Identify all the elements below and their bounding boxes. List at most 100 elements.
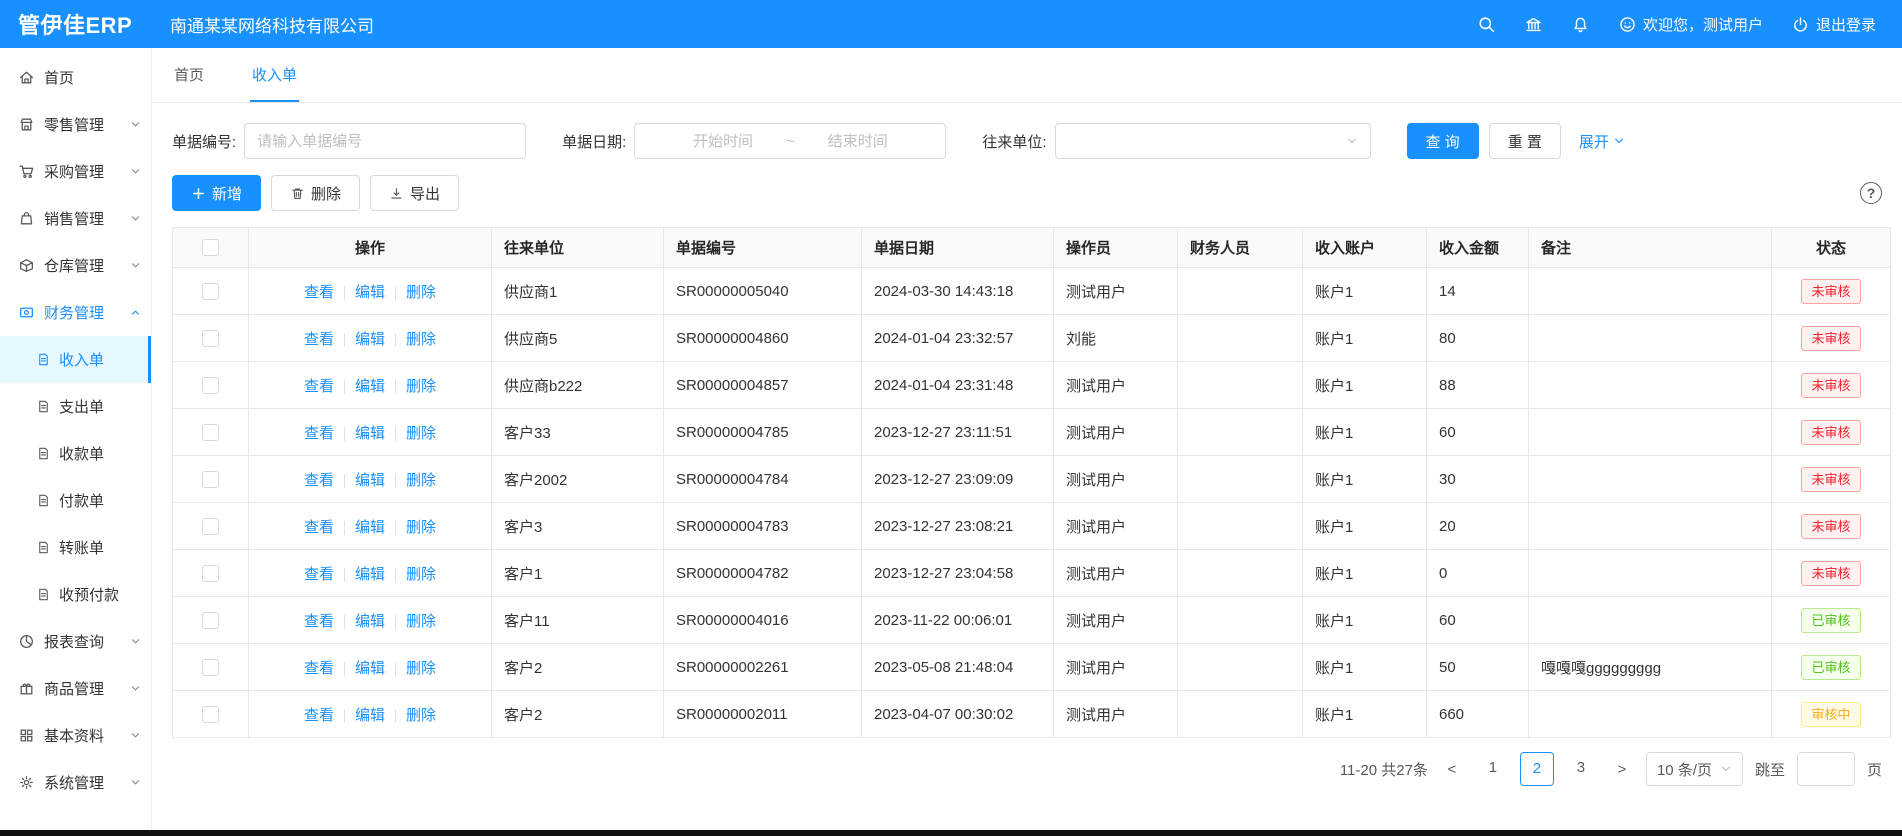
delete-link[interactable]: 删除 (406, 472, 436, 489)
page-3[interactable]: 3 (1564, 752, 1598, 786)
cell-actions: 查看 编辑 删除 (249, 503, 492, 550)
page-size-select[interactable]: 10 条/页 (1646, 752, 1743, 786)
view-link[interactable]: 查看 (304, 472, 334, 489)
view-link[interactable]: 查看 (304, 284, 334, 301)
reset-button[interactable]: 重 置 (1489, 123, 1561, 159)
delete-link[interactable]: 删除 (406, 331, 436, 348)
view-link[interactable]: 查看 (304, 425, 334, 442)
chevron-down-icon (1613, 135, 1625, 147)
chevron-down-icon (130, 636, 141, 647)
status-badge: 未审核 (1801, 279, 1860, 304)
delete-link[interactable]: 删除 (406, 660, 436, 677)
edit-link[interactable]: 编辑 (355, 519, 385, 536)
table-row: 查看编辑删除 客户2 SR00000002261 2023-05-08 21:4… (173, 644, 1891, 691)
view-link[interactable]: 查看 (304, 660, 334, 677)
sidebar-item-basic[interactable]: 基本资料 (0, 712, 151, 759)
action-divider (395, 568, 396, 582)
date-end-input[interactable] (799, 133, 917, 150)
delete-link[interactable]: 删除 (406, 566, 436, 583)
welcome-user[interactable]: 欢迎您，测试用户 (1618, 14, 1763, 35)
cell-bill-date: 2024-01-04 23:32:57 (862, 315, 1054, 362)
row-checkbox[interactable] (202, 377, 219, 394)
row-checkbox[interactable] (202, 565, 219, 582)
delete-link[interactable]: 删除 (406, 284, 436, 301)
row-checkbox[interactable] (202, 706, 219, 723)
edit-link[interactable]: 编辑 (355, 566, 385, 583)
delete-link[interactable]: 删除 (406, 378, 436, 395)
sidebar-item-home[interactable]: 首页 (0, 54, 151, 101)
row-checkbox[interactable] (202, 424, 219, 441)
view-link[interactable]: 查看 (304, 519, 334, 536)
row-checkbox[interactable] (202, 283, 219, 300)
prev-page-button[interactable]: < (1440, 761, 1464, 778)
sidebar-item-income-bill[interactable]: 收入单 (0, 336, 151, 383)
edit-link[interactable]: 编辑 (355, 378, 385, 395)
cell-bill-date: 2024-03-30 14:43:18 (862, 268, 1054, 315)
delete-button[interactable]: 删除 (271, 175, 360, 211)
expand-link[interactable]: 展开 (1579, 131, 1625, 152)
help-icon[interactable]: ? (1860, 182, 1882, 204)
sidebar-item-payment-bill[interactable]: 付款单 (0, 477, 151, 524)
view-link[interactable]: 查看 (304, 378, 334, 395)
logout-button[interactable]: 退出登录 (1791, 14, 1876, 35)
delete-link[interactable]: 删除 (406, 519, 436, 536)
add-button[interactable]: 新增 (172, 175, 261, 211)
action-divider (344, 709, 345, 723)
sidebar-item-retail[interactable]: 零售管理 (0, 101, 151, 148)
cell-finance-staff (1178, 691, 1303, 738)
date-range-picker[interactable]: ~ (634, 123, 946, 159)
sidebar-item-system[interactable]: 系统管理 (0, 759, 151, 806)
row-checkbox[interactable] (202, 659, 219, 676)
select-all-checkbox[interactable] (202, 239, 219, 256)
sidebar-item-advance-receipt[interactable]: 收预付款 (0, 571, 151, 618)
welcome-text: 欢迎您，测试用户 (1643, 14, 1763, 35)
view-link[interactable]: 查看 (304, 566, 334, 583)
edit-link[interactable]: 编辑 (355, 425, 385, 442)
edit-link[interactable]: 编辑 (355, 472, 385, 489)
delete-link[interactable]: 删除 (406, 707, 436, 724)
edit-link[interactable]: 编辑 (355, 284, 385, 301)
sidebar-item-warehouse[interactable]: 仓库管理 (0, 242, 151, 289)
search-button[interactable]: 查 询 (1407, 123, 1479, 159)
edit-link[interactable]: 编辑 (355, 660, 385, 677)
row-checkbox[interactable] (202, 518, 219, 535)
partner-select[interactable] (1055, 123, 1371, 159)
view-link[interactable]: 查看 (304, 613, 334, 630)
bill-no-input[interactable] (244, 123, 526, 159)
row-checkbox[interactable] (202, 471, 219, 488)
delete-link[interactable]: 删除 (406, 425, 436, 442)
view-link[interactable]: 查看 (304, 707, 334, 724)
sidebar-item-finance[interactable]: 财务管理 (0, 289, 151, 336)
page-1[interactable]: 1 (1476, 752, 1510, 786)
sidebar-item-purchase[interactable]: 采购管理 (0, 148, 151, 195)
edit-link[interactable]: 编辑 (355, 707, 385, 724)
cell-income-account: 账户1 (1303, 691, 1427, 738)
sidebar-item-report[interactable]: 报表查询 (0, 618, 151, 665)
view-link[interactable]: 查看 (304, 331, 334, 348)
sidebar-item-receipt-bill[interactable]: 收款单 (0, 430, 151, 477)
cell-status: 已审核 (1772, 597, 1891, 644)
tab-home[interactable]: 首页 (172, 48, 206, 102)
bell-icon[interactable] (1571, 15, 1590, 34)
search-icon[interactable] (1477, 15, 1496, 34)
row-checkbox[interactable] (202, 612, 219, 629)
cell-operator: 测试用户 (1054, 597, 1178, 644)
sidebar-item-transfer-bill[interactable]: 转账单 (0, 524, 151, 571)
next-page-button[interactable]: > (1610, 761, 1634, 778)
export-button[interactable]: 导出 (370, 175, 459, 211)
status-badge: 未审核 (1801, 326, 1860, 351)
bank-icon[interactable] (1524, 15, 1543, 34)
status-badge: 未审核 (1801, 467, 1860, 492)
page-2[interactable]: 2 (1520, 752, 1554, 786)
tab-income-bill[interactable]: 收入单 (250, 48, 299, 102)
sidebar-item-goods[interactable]: 商品管理 (0, 665, 151, 712)
sidebar-item-sales[interactable]: 销售管理 (0, 195, 151, 242)
sidebar-item-expense-bill[interactable]: 支出单 (0, 383, 151, 430)
delete-link[interactable]: 删除 (406, 613, 436, 630)
jump-page-input[interactable] (1797, 752, 1855, 786)
edit-link[interactable]: 编辑 (355, 613, 385, 630)
edit-link[interactable]: 编辑 (355, 331, 385, 348)
date-start-input[interactable] (664, 133, 782, 150)
cell-partner: 供应商1 (492, 268, 664, 315)
row-checkbox[interactable] (202, 330, 219, 347)
